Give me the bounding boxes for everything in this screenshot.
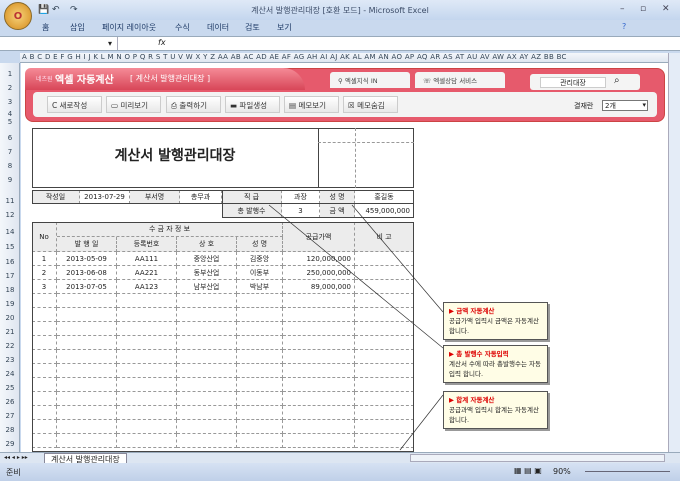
view-buttons[interactable]: ▦ ▤ ▣ [514,466,542,475]
horizontal-scrollbar[interactable] [410,454,665,462]
status-ready: 준비 [6,468,21,477]
status-bar: 준비 ▦ ▤ ▣ 90% [0,463,680,481]
zoom-slider[interactable] [585,471,670,472]
sheet-tab-bar: ◂◂ ◂ ▸ ▸▸ 계산서 발행관리대장 [0,452,680,466]
note-amount: ▶ 금액 자동계산 공급가액 입력시 금액은 자동계산합니다. [443,302,548,340]
zoom-level[interactable]: 90% [553,467,571,476]
note-count: ▶ 총 발행수 자동입력 계산서 수에 따라 총발행수는 자동입력 합니다. [443,345,548,383]
note-total: ▶ 합계 자동계산 공급과액 입력시 합계는 자동계산 합니다. [443,391,548,429]
sheet-nav-icon[interactable]: ◂◂ ◂ ▸ ▸▸ [4,454,28,461]
callout-lines [268,204,444,451]
